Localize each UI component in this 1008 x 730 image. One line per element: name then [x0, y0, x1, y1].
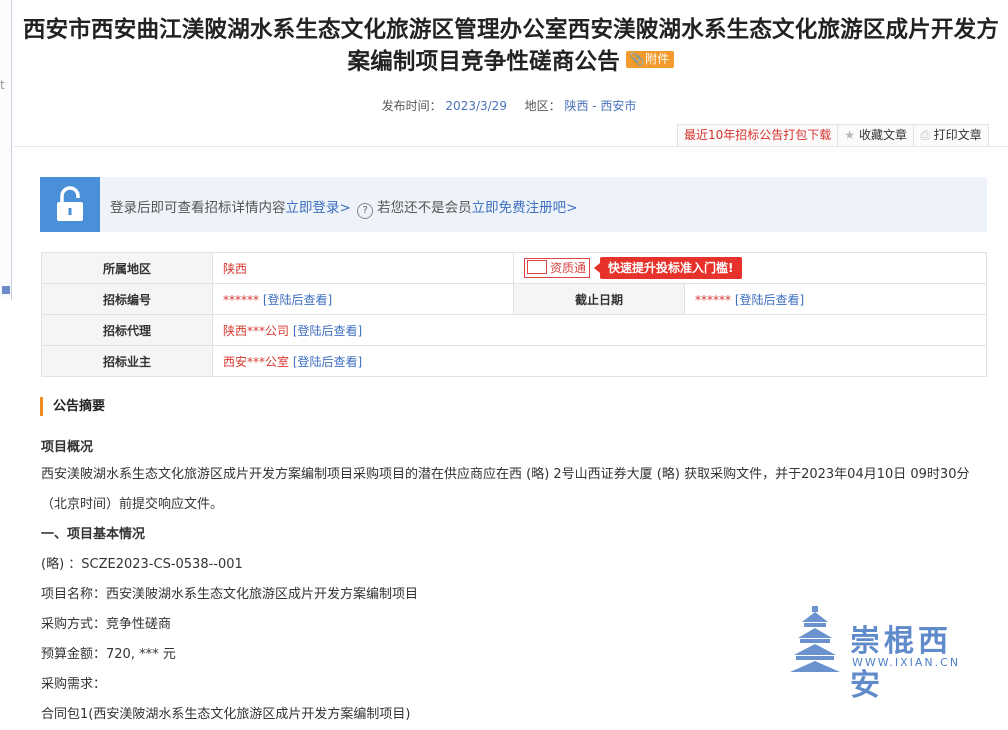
- overview-text: 西安渼陂湖水系生态文化旅游区成片开发方案编制项目采购项目的潜在供应商应在西 (略…: [41, 467, 970, 512]
- table-row: 招标业主 西安***公室 [登陆后查看]: [41, 345, 987, 377]
- project-no: (略) ：SCZE2023-CS-0538--001: [41, 557, 243, 572]
- table-row: 所属地区 陕西 资质通 快速提升投标准入门槛!: [41, 252, 987, 284]
- agent-cell: 陕西***公司 [登陆后查看]: [212, 314, 987, 346]
- download-pack-link[interactable]: 最近10年招标公告打包下载: [678, 125, 839, 147]
- bid-no-label: 招标编号: [41, 283, 213, 315]
- attachment-badge-label: 附件: [645, 52, 670, 66]
- bid-no-cell: ****** [登陆后查看]: [212, 283, 514, 315]
- print-button[interactable]: ⎙ 打印文章: [914, 125, 989, 147]
- site-watermark: 崇棍西安 WWW.IXIAN.CN: [790, 604, 980, 703]
- left-scroll-marker: [2, 286, 10, 294]
- table-row: 招标代理 陕西***公司 [登陆后查看]: [41, 314, 987, 346]
- agent-label: 招标代理: [41, 314, 213, 346]
- summary-heading: 公告摘要: [40, 397, 105, 416]
- zzt-tip[interactable]: 快速提升投标准入门槛!: [593, 257, 742, 279]
- publish-label: 发布时间：: [381, 99, 442, 113]
- owner-label: 招标业主: [41, 345, 213, 377]
- left-panel-marker: t: [0, 78, 5, 92]
- member-prompt-text: 若您还不是会员: [377, 200, 472, 216]
- owner-cell: 西安***公室 [登陆后查看]: [212, 345, 987, 377]
- divider: [14, 146, 1008, 147]
- overview-heading: 项目概况: [41, 440, 94, 455]
- tender-info-table: 所属地区 陕西 资质通 快速提升投标准入门槛! 招标编号 ****** [登陆后查…: [41, 252, 987, 377]
- bid-no-login-link[interactable]: [登陆后查看]: [263, 293, 332, 307]
- region-value[interactable]: 陕西 - 西安市: [564, 99, 636, 113]
- favorite-label: 收藏文章: [859, 128, 908, 142]
- title-text: 西安市西安曲江渼陂湖水系生态文化旅游区管理办公室西安渼陂湖水系生态文化旅游区成片…: [22, 17, 1000, 75]
- bid-no-value: ******: [223, 292, 259, 307]
- deadline-login-link[interactable]: [登陆后查看]: [735, 293, 804, 307]
- page-title: 西安市西安曲江渼陂湖水系生态文化旅游区管理办公室西安渼陂湖水系生态文化旅游区成片…: [14, 14, 1008, 78]
- left-panel-edge: t: [0, 0, 12, 300]
- zzt-cell: 资质通 快速提升投标准入门槛!: [513, 252, 987, 284]
- print-label: 打印文章: [933, 128, 982, 142]
- publish-date: 2023/3/29: [445, 99, 507, 113]
- agent-login-link[interactable]: [登陆后查看]: [293, 324, 362, 338]
- attachment-badge[interactable]: 📎附件: [625, 51, 675, 68]
- register-link[interactable]: 立即免费注册吧>: [472, 200, 578, 216]
- deadline-label: 截止日期: [513, 283, 685, 315]
- deadline-value: ******: [695, 292, 731, 307]
- region-label: 地区：: [524, 99, 561, 113]
- lock-icon: [40, 177, 100, 232]
- help-icon: ?: [357, 203, 374, 219]
- article-meta: 发布时间： 2023/3/29 地区： 陕西 - 西安市: [0, 97, 1008, 114]
- table-row: 招标编号 ****** [登陆后查看] 截止日期 ****** [登陆后查看]: [41, 283, 987, 315]
- owner-value: 西安***公室: [223, 354, 290, 369]
- login-prompt-text: 登录后即可查看招标详情内容: [110, 200, 286, 216]
- agent-value: 陕西***公司: [223, 323, 290, 338]
- watermark-url: WWW.IXIAN.CN: [852, 656, 961, 669]
- announcement-body: 项目概况 西安渼陂湖水系生态文化旅游区成片开发方案编制项目采购项目的潜在供应商应…: [41, 436, 991, 730]
- region-cell-value: 陕西: [212, 252, 514, 284]
- login-prompt-bar: 登录后即可查看招标详情内容立即登录> ? 若您还不是会员立即免费注册吧>: [40, 177, 987, 232]
- zzt-label: 资质通: [550, 261, 587, 275]
- certificate-icon: [527, 260, 547, 274]
- section1-heading: 一、项目基本情况: [41, 527, 146, 542]
- contract-package-line: 合同包1(西安渼陂湖水系生态文化旅游区成片开发方案编制项目): [41, 707, 411, 722]
- deadline-cell: ****** [登陆后查看]: [684, 283, 987, 315]
- zzt-button[interactable]: 资质通: [524, 258, 591, 278]
- tower-logo-icon: [790, 606, 840, 672]
- login-link[interactable]: 立即登录>: [286, 200, 351, 216]
- favorite-button[interactable]: ★ 收藏文章: [838, 125, 915, 147]
- printer-icon: ⎙: [920, 128, 930, 142]
- region-cell-label: 所属地区: [41, 252, 213, 284]
- owner-login-link[interactable]: [登陆后查看]: [293, 355, 362, 369]
- article-toolbar: 最近10年招标公告打包下载 ★ 收藏文章 ⎙ 打印文章: [677, 124, 989, 147]
- star-icon: ★: [844, 128, 856, 142]
